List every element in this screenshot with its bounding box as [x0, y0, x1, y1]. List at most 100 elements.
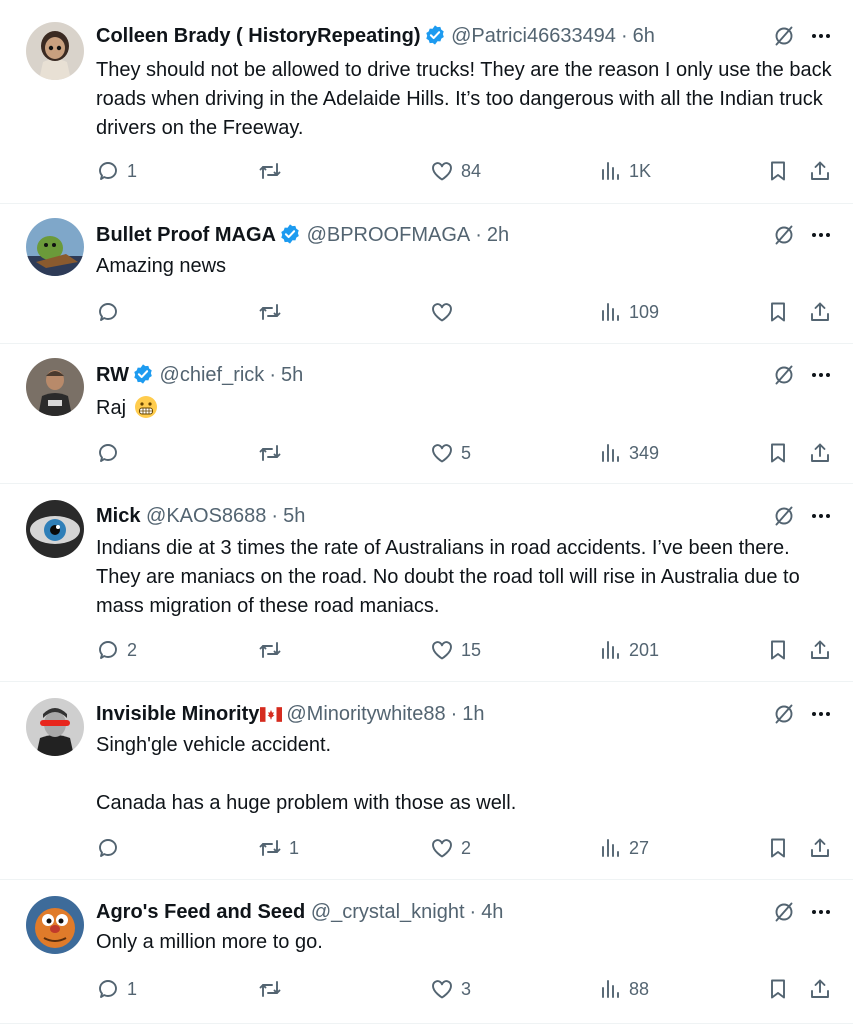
tweet-paragraph: Amazing news: [96, 255, 227, 277]
bookmark-icon: [771, 161, 785, 181]
timestamp[interactable]: 4h: [481, 901, 503, 923]
share-icon: [811, 443, 829, 462]
handle[interactable]: @Minoritywhite88: [286, 703, 445, 725]
tweet-paragraph: Singh'gle vehicle accident.: [96, 734, 332, 756]
handle[interactable]: @_crystal_knight: [311, 901, 465, 923]
bookmark-button[interactable]: [766, 156, 790, 186]
action-bar: 2 15 201: [0, 635, 853, 665]
timestamp[interactable]: 6h: [633, 25, 655, 47]
bookmark-button[interactable]: [766, 297, 790, 327]
repost-button[interactable]: [258, 297, 289, 327]
tweet-header: Invisible Minority @Minoritywhite88 · 1h: [96, 699, 485, 729]
reply-tweet[interactable]: Agro's Feed and Seed @_crystal_knight · 4h…: [0, 880, 853, 1024]
reply-tweet[interactable]: Invisible Minority @Minoritywhite88 · 1h Si…: [0, 682, 853, 880]
avatar[interactable]: [26, 896, 84, 954]
more-icon[interactable]: [808, 900, 834, 924]
reply-tweet[interactable]: RW @chief_rick · 5h Raj 5 349: [0, 344, 853, 484]
grok-icon[interactable]: [772, 702, 796, 726]
like-button[interactable]: 2: [430, 833, 471, 863]
share-button[interactable]: [808, 156, 832, 186]
share-button[interactable]: [808, 297, 832, 327]
like-button[interactable]: [430, 297, 461, 327]
repost-button[interactable]: [258, 974, 289, 1004]
grok-icon[interactable]: [772, 504, 796, 528]
reply-button[interactable]: [96, 297, 127, 327]
bookmark-icon: [771, 838, 785, 858]
verified-badge-icon: [281, 224, 299, 244]
display-name[interactable]: Mick: [96, 505, 140, 527]
avatar[interactable]: [26, 698, 84, 756]
views-button[interactable]: 109: [598, 297, 659, 327]
reply-button[interactable]: [96, 438, 127, 468]
view-count: 109: [629, 301, 660, 322]
share-button[interactable]: [808, 833, 832, 863]
timestamp[interactable]: 1h: [462, 703, 484, 725]
bookmark-button[interactable]: [766, 635, 790, 665]
tweet-text: Raj: [96, 394, 836, 423]
more-icon[interactable]: [808, 223, 834, 247]
tweet-text: They should not be allowed to drive truc…: [96, 56, 836, 143]
separator: ·: [450, 703, 458, 725]
reply-tweet[interactable]: Bullet Proof MAGA @BPROOFMAGA · 2h Amazing…: [0, 204, 853, 344]
display-name[interactable]: Invisible Minority: [96, 703, 259, 725]
reply-button[interactable]: 1: [96, 156, 137, 186]
views-icon: [602, 444, 619, 462]
reply-tweet[interactable]: Mick @KAOS8688 · 5h Indians die at 3 times…: [0, 484, 853, 682]
bookmark-icon: [771, 443, 785, 463]
bookmark-button[interactable]: [766, 833, 790, 863]
bookmark-icon: [771, 302, 785, 322]
views-button[interactable]: 27: [598, 833, 649, 863]
reply-button[interactable]: [96, 833, 127, 863]
reply-tweet[interactable]: Colleen Brady ( HistoryRepeating) @Patri…: [0, 0, 853, 204]
more-icon[interactable]: [808, 504, 834, 528]
avatar[interactable]: [26, 22, 84, 80]
share-button[interactable]: [808, 438, 832, 468]
like-button[interactable]: 3: [430, 974, 471, 1004]
grok-icon[interactable]: [772, 223, 796, 247]
separator: ·: [475, 224, 482, 246]
views-button[interactable]: 1K: [598, 156, 651, 186]
handle[interactable]: @chief_rick: [160, 364, 265, 386]
tweet-paragraph: Indians die at 3 times the rate of Austr…: [96, 537, 800, 617]
handle[interactable]: @BPROOFMAGA: [307, 224, 471, 246]
share-button[interactable]: [808, 635, 832, 665]
display-name[interactable]: Colleen Brady ( HistoryRepeating): [96, 25, 421, 47]
timestamp[interactable]: 5h: [281, 364, 303, 386]
more-icon[interactable]: [808, 24, 834, 48]
repost-button[interactable]: [258, 438, 289, 468]
avatar[interactable]: [26, 218, 84, 276]
more-icon[interactable]: [808, 702, 834, 726]
timestamp[interactable]: 2h: [487, 224, 509, 246]
like-button[interactable]: 5: [430, 438, 471, 468]
repost-button[interactable]: [258, 156, 289, 186]
repost-button[interactable]: 1: [258, 833, 299, 863]
views-button[interactable]: 349: [598, 438, 659, 468]
timestamp[interactable]: 5h: [283, 505, 305, 527]
like-button[interactable]: 84: [430, 156, 481, 186]
more-icon[interactable]: [808, 363, 834, 387]
views-button[interactable]: 201: [598, 635, 659, 665]
bookmark-button[interactable]: [766, 438, 790, 468]
avatar[interactable]: [26, 358, 84, 416]
display-name[interactable]: Agro's Feed and Seed: [96, 901, 305, 923]
share-icon: [811, 979, 829, 998]
repost-button[interactable]: [258, 635, 289, 665]
display-name[interactable]: RW: [96, 364, 129, 386]
tweet-header: Bullet Proof MAGA @BPROOFMAGA · 2h: [96, 220, 509, 250]
grok-icon[interactable]: [772, 900, 796, 924]
reply-count: 1: [127, 160, 138, 181]
avatar[interactable]: [26, 500, 84, 558]
handle[interactable]: @KAOS8688: [146, 505, 266, 527]
reply-button[interactable]: 1: [96, 974, 137, 1004]
tweet-header: Colleen Brady ( HistoryRepeating) @Patri…: [96, 21, 655, 51]
reply-icon: [99, 444, 117, 462]
display-name[interactable]: Bullet Proof MAGA: [96, 224, 276, 246]
handle[interactable]: @Patrici46633494: [451, 25, 616, 47]
bookmark-button[interactable]: [766, 974, 790, 1004]
share-button[interactable]: [808, 974, 832, 1004]
like-button[interactable]: 15: [430, 635, 481, 665]
reply-button[interactable]: 2: [96, 635, 137, 665]
grok-icon[interactable]: [772, 24, 796, 48]
grok-icon[interactable]: [772, 363, 796, 387]
views-button[interactable]: 88: [598, 974, 649, 1004]
